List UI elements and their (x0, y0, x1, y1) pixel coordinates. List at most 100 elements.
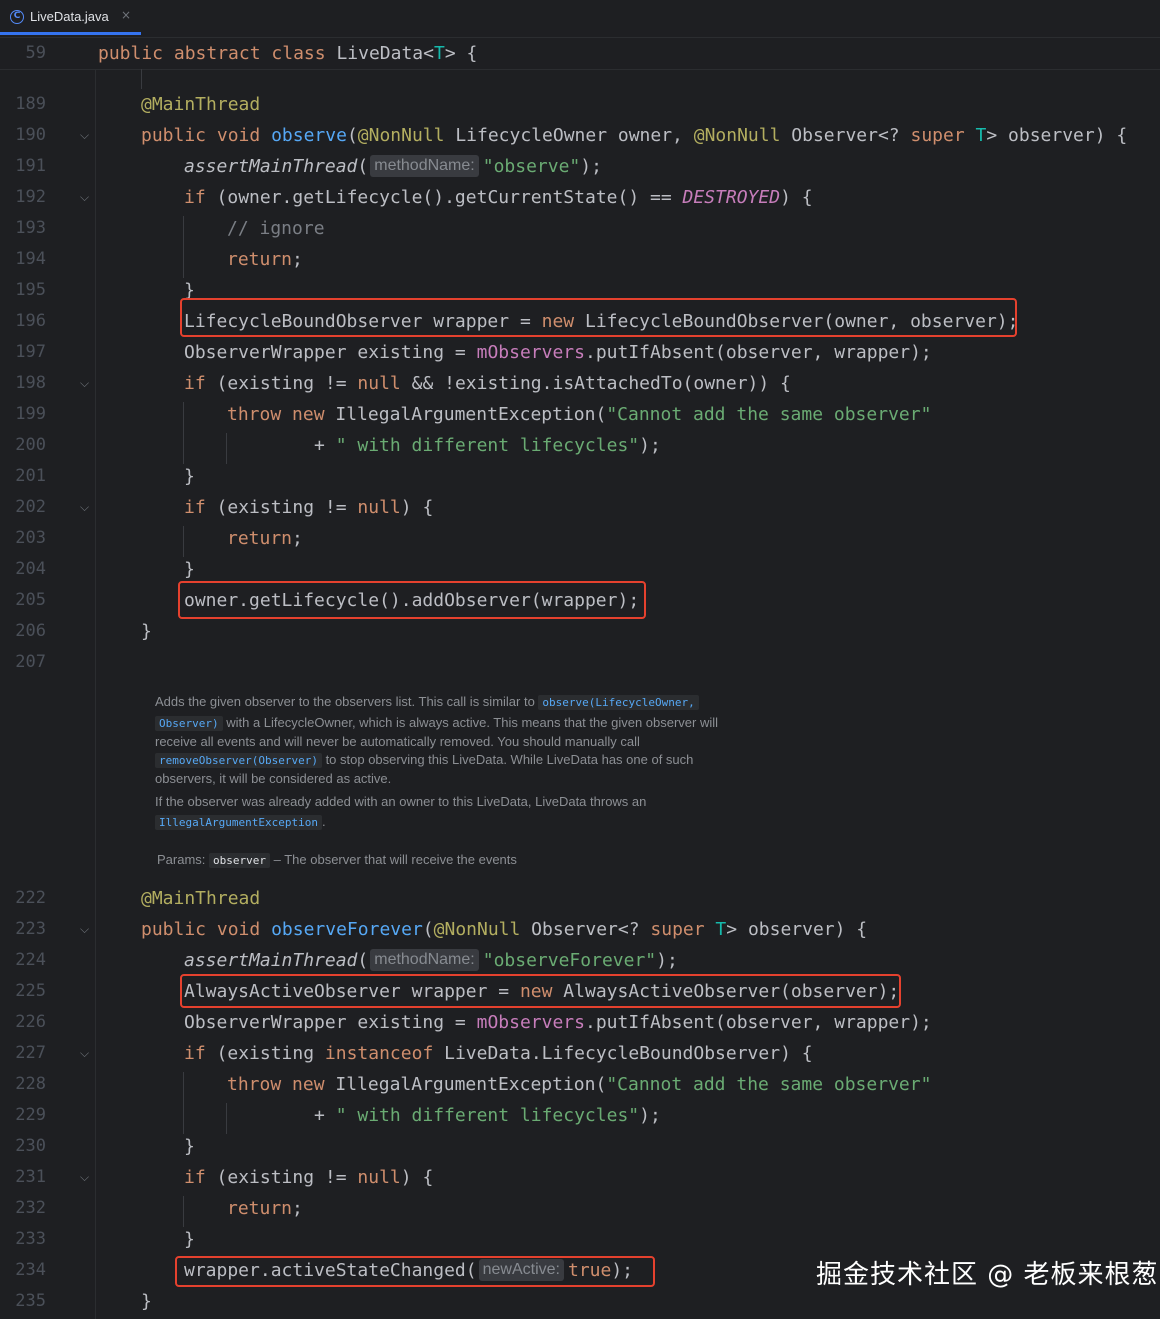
fold-chevron-icon[interactable]: ⌵ (80, 492, 89, 523)
close-tab-icon[interactable]: × (121, 8, 131, 22)
fold-chevron-icon[interactable]: ⌵ (80, 1162, 89, 1193)
tab-livedata-java[interactable]: C LiveData.java × (0, 0, 141, 35)
code-text: // ignore (227, 218, 325, 239)
code-line[interactable]: 194 return; (0, 244, 1160, 275)
java-class-icon: C (10, 10, 24, 24)
code-text: throw new IllegalArgumentException("Cann… (227, 1074, 932, 1095)
fold-chevron-icon[interactable]: ⌵ (80, 182, 89, 213)
code-text: } (184, 1136, 195, 1157)
line-number: 200 (15, 435, 46, 455)
code-line[interactable]: 190 ⌵ public void observe(@NonNull Lifec… (0, 120, 1160, 151)
fold-chevron-icon[interactable]: ⌵ (80, 914, 89, 945)
line-number: 199 (15, 404, 46, 424)
doc-paragraph: observers, it will be considered as acti… (155, 771, 392, 786)
parameter-hint: methodName: (370, 949, 479, 971)
code-text: return; (227, 249, 303, 270)
code-line[interactable]: 233 } (0, 1224, 1160, 1255)
line-number: 204 (15, 559, 46, 579)
code-text: if (existing != null) { (184, 497, 434, 518)
code-line[interactable]: 232 return; (0, 1193, 1160, 1224)
line-number: 230 (15, 1136, 46, 1156)
code-line[interactable]: 224 assertMainThread(methodName: "observe… (0, 945, 1160, 976)
code-line[interactable]: 223 ⌵ public void observeForever(@NonNul… (0, 914, 1160, 945)
line-number: 189 (15, 94, 46, 114)
line-number: 232 (15, 1198, 46, 1218)
line-number: 229 (15, 1105, 46, 1125)
code-line[interactable]: 193 // ignore (0, 213, 1160, 244)
line-number: 191 (15, 156, 46, 176)
code-line[interactable]: 202 ⌵ if (existing != null) { (0, 492, 1160, 523)
code-text: ObserverWrapper existing = mObservers.pu… (184, 342, 932, 363)
code-line[interactable]: 206 } (0, 616, 1160, 647)
line-number: 190 (15, 125, 46, 145)
line-number: 224 (15, 950, 46, 970)
line-number: 231 (15, 1167, 46, 1187)
code-text: public abstract class LiveData<T> { (98, 43, 478, 64)
line-number: 233 (15, 1229, 46, 1249)
code-line[interactable]: 227 ⌵ if (existing instanceof LiveData.L… (0, 1038, 1160, 1069)
line-number: 194 (15, 249, 46, 269)
doc-params: Params: observer – The observer that wil… (157, 852, 517, 868)
code-text: + " with different lifecycles"); (314, 1105, 661, 1126)
code-text: if (existing instanceof LiveData.Lifecyc… (184, 1043, 813, 1064)
code-line[interactable]: 203 return; (0, 523, 1160, 554)
fold-chevron-icon[interactable]: ⌵ (80, 1038, 89, 1069)
line-number: 228 (15, 1074, 46, 1094)
line-number: 196 (15, 311, 46, 331)
watermark: 掘金技术社区 @ 老板来根葱 (816, 1260, 1159, 1290)
code-text: + " with different lifecycles"); (314, 435, 661, 456)
code-line[interactable]: 198 ⌵ if (existing != null && !existing.… (0, 368, 1160, 399)
code-line[interactable]: 226 ObserverWrapper existing = mObserver… (0, 1007, 1160, 1038)
line-number: 205 (15, 590, 46, 610)
line-number: 225 (15, 981, 46, 1001)
code-text: public void observe(@NonNull LifecycleOw… (141, 125, 1128, 146)
code-text: assertMainThread(methodName: "observe"); (184, 155, 602, 177)
sticky-class-header[interactable]: 59 public abstract class LiveData<T> { (0, 38, 1160, 70)
code-line[interactable]: 201 } (0, 461, 1160, 492)
highlight-box (175, 1256, 655, 1287)
line-number: 193 (15, 218, 46, 238)
code-line[interactable]: 207 (0, 647, 1160, 678)
editor-tab-bar: C LiveData.java × (0, 0, 1160, 38)
doc-paragraph: removeObserver(Observer) to stop observi… (155, 750, 693, 770)
line-number: 198 (15, 373, 46, 393)
line-number: 222 (15, 888, 46, 908)
code-text: } (184, 1229, 195, 1250)
line-number: 226 (15, 1012, 46, 1032)
code-line[interactable]: 200 + " with different lifecycles"); (0, 430, 1160, 461)
code-line[interactable]: 199 throw new IllegalArgumentException("… (0, 399, 1160, 430)
line-number: 197 (15, 342, 46, 362)
code-line[interactable]: 222 @MainThread (0, 883, 1160, 914)
line-number: 202 (15, 497, 46, 517)
code-text: @MainThread (141, 888, 261, 909)
code-text: throw new IllegalArgumentException("Cann… (227, 404, 932, 425)
code-text: if (existing != null && !existing.isAtta… (184, 373, 791, 394)
parameter-hint: methodName: (370, 155, 479, 177)
doc-paragraph: IllegalArgumentException. (155, 812, 326, 832)
line-number: 235 (15, 1291, 46, 1311)
code-text: @MainThread (141, 94, 261, 115)
code-text: } (184, 466, 195, 487)
line-number: 207 (15, 652, 46, 672)
code-line[interactable]: 228 throw new IllegalArgumentException("… (0, 1069, 1160, 1100)
code-text: ObserverWrapper existing = mObservers.pu… (184, 1012, 932, 1033)
line-number: 203 (15, 528, 46, 548)
indent-guide (141, 69, 142, 89)
code-line[interactable]: 197 ObserverWrapper existing = mObserver… (0, 337, 1160, 368)
fold-chevron-icon[interactable]: ⌵ (80, 120, 89, 151)
line-number: 234 (15, 1260, 46, 1280)
highlight-box (178, 581, 646, 619)
rendered-javadoc[interactable]: Adds the given observer to the observers… (141, 680, 781, 880)
code-text: return; (227, 1198, 303, 1219)
code-line[interactable]: 230 } (0, 1131, 1160, 1162)
line-number: 223 (15, 919, 46, 939)
line-number: 59 (25, 43, 46, 63)
code-line[interactable]: 229 + " with different lifecycles"); (0, 1100, 1160, 1131)
code-line[interactable]: 189 @MainThread (0, 89, 1160, 120)
code-line[interactable]: 191 assertMainThread(methodName: "observe… (0, 151, 1160, 182)
fold-chevron-icon[interactable]: ⌵ (80, 368, 89, 399)
doc-paragraph: Observer) with a LifecycleOwner, which i… (155, 713, 718, 733)
code-line[interactable]: 231 ⌵ if (existing != null) { (0, 1162, 1160, 1193)
code-text: public void observeForever(@NonNull Obse… (141, 919, 868, 940)
code-line[interactable]: 192 ⌵ if (owner.getLifecycle().getCurren… (0, 182, 1160, 213)
